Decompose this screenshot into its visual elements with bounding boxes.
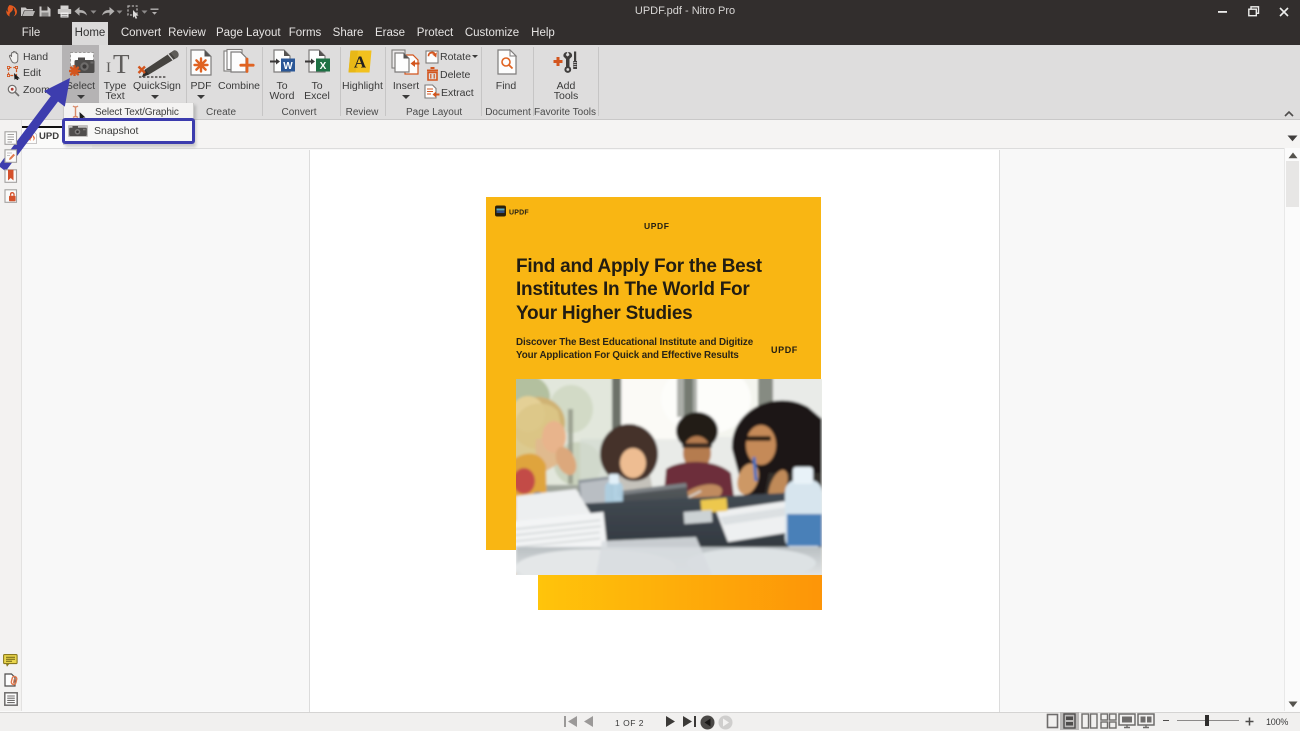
svg-text:I: I <box>106 60 111 75</box>
svg-text:UPDF: UPDF <box>509 210 529 217</box>
svg-text:W: W <box>283 61 293 72</box>
svg-text:X: X <box>320 61 327 72</box>
svg-text:A: A <box>354 53 367 72</box>
svg-text:T: T <box>113 50 130 75</box>
